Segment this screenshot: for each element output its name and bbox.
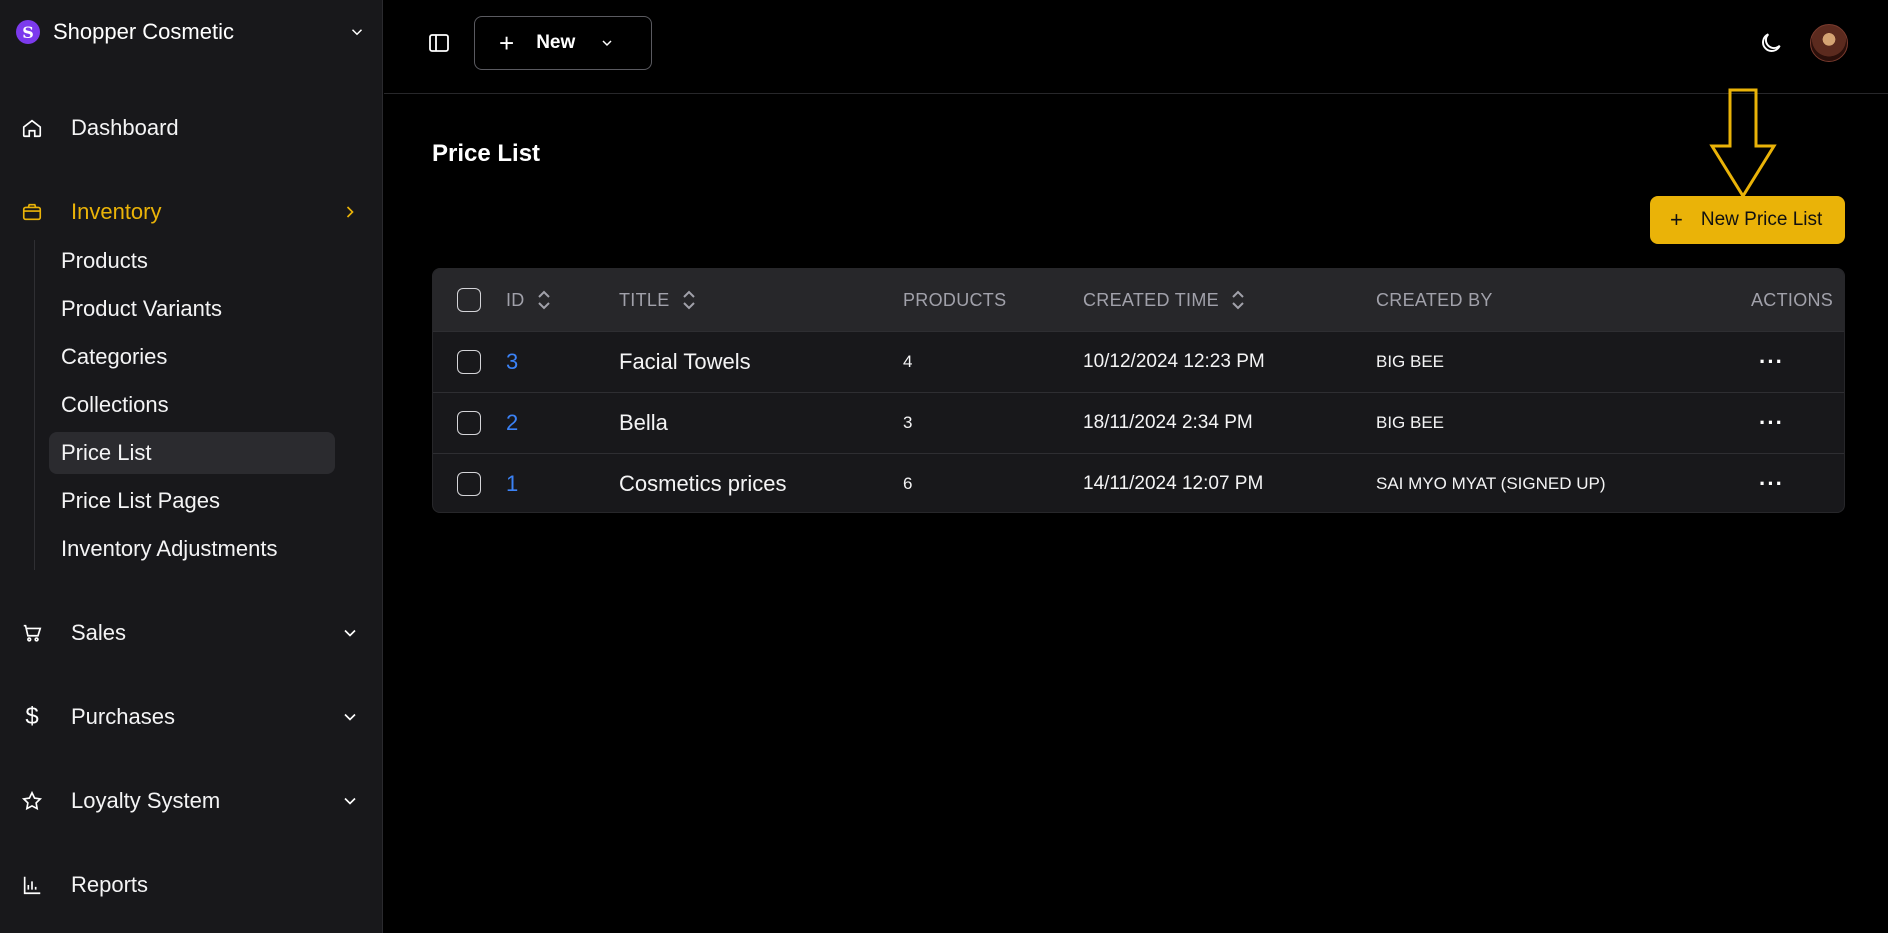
row-id-link[interactable]: 2 (506, 410, 518, 436)
row-checkbox[interactable] (457, 411, 481, 435)
sidebar-subitem-product-variants[interactable]: Product Variants (49, 288, 335, 330)
row-title: Bella (619, 410, 668, 435)
avatar[interactable] (1810, 24, 1848, 62)
dollar-icon: $ (25, 703, 39, 730)
row-created-by: SAI MYO MYAT (SIGNED UP) (1376, 474, 1606, 493)
row-checkbox-cell (457, 332, 481, 392)
row-created-by: BIG BEE (1376, 413, 1445, 432)
row-created-time: 10/12/2024 12:23 PM (1083, 351, 1265, 372)
sidebar-item-label: Dashboard (71, 115, 179, 140)
row-products: 6 (903, 474, 913, 493)
sidebar-subitem-price-list-pages[interactable]: Price List Pages (49, 480, 335, 522)
sidebar-subitem-price-list[interactable]: Price List (49, 432, 335, 474)
header-id-label: ID (506, 289, 525, 310)
arrow-down-annotation-icon (1709, 88, 1777, 199)
star-icon (20, 789, 44, 813)
sidebar-item-label: Inventory (71, 199, 162, 224)
sidebar: S Shopper Cosmetic Dashboard Inventory P… (0, 0, 383, 933)
new-button-label: New (536, 32, 576, 53)
sidebar-subitem-products[interactable]: Products (49, 240, 335, 282)
chevron-down-icon (344, 797, 356, 805)
row-created-by: BIG BEE (1376, 352, 1445, 371)
table-row[interactable]: 3 Facial Towels 4 10/12/2024 12:23 PM BI… (433, 331, 1844, 392)
row-actions-menu-icon[interactable]: ··· (1759, 410, 1784, 436)
row-checkbox[interactable] (457, 350, 481, 374)
sidebar-subitem-collections[interactable]: Collections (49, 384, 335, 426)
panel-left-icon (429, 34, 449, 52)
cart-icon (20, 621, 44, 645)
header-title-label: TITLE (619, 289, 670, 310)
row-checkbox-cell (457, 454, 481, 512)
header-actions: ACTIONS (1751, 289, 1834, 310)
sidebar-item-label: Sales (71, 620, 127, 645)
chevron-right-icon (346, 206, 354, 218)
inventory-subnav: Products Product Variants Categories Col… (34, 240, 344, 570)
table-header: ID TITLE PRODUCTS CREATED TIME CREATED B… (433, 269, 1844, 331)
sidebar-item-label: Loyalty System (71, 788, 221, 813)
app-root: S Shopper Cosmetic Dashboard Inventory P… (0, 0, 1888, 933)
sort-icon (1232, 290, 1244, 310)
sort-icon (682, 290, 695, 310)
sidebar-subitem-categories[interactable]: Categories (49, 336, 335, 378)
workspace-switcher[interactable]: S Shopper Cosmetic (16, 16, 366, 48)
row-title: Facial Towels (619, 349, 751, 374)
sidebar-item-loyalty[interactable]: Loyalty System (20, 783, 360, 819)
row-actions-menu-icon[interactable]: ··· (1759, 471, 1784, 497)
row-checkbox-cell (457, 393, 481, 453)
header-created-time-label: CREATED TIME (1083, 289, 1219, 310)
price-list-table: ID TITLE PRODUCTS CREATED TIME CREATED B… (432, 268, 1845, 513)
sort-icon (537, 290, 550, 310)
plus-icon: + (499, 28, 515, 58)
sidebar-item-purchases[interactable]: $ Purchases (20, 699, 360, 735)
row-title: Cosmetics prices (619, 471, 787, 496)
new-price-list-button[interactable]: + New Price List (1650, 196, 1845, 244)
sidebar-item-label: Purchases (71, 704, 175, 729)
header-title[interactable]: TITLE (619, 269, 696, 331)
table-row[interactable]: 1 Cosmetics prices 6 14/11/2024 12:07 PM… (433, 453, 1844, 512)
row-products: 4 (903, 352, 913, 371)
select-all-checkbox-cell (457, 269, 481, 331)
header-created-by: CREATED BY (1376, 289, 1493, 310)
box-icon (20, 200, 44, 224)
header-created-time[interactable]: CREATED TIME (1083, 269, 1245, 331)
chevron-down-icon (344, 713, 356, 721)
brand-logo: S (16, 20, 40, 44)
row-products: 3 (903, 413, 913, 432)
header-products: PRODUCTS (903, 289, 1007, 310)
header-id[interactable]: ID (506, 269, 551, 331)
row-created-time: 14/11/2024 12:07 PM (1083, 473, 1264, 494)
brand-name: Shopper Cosmetic (53, 19, 234, 44)
row-checkbox[interactable] (457, 472, 481, 496)
sidebar-subitem-inventory-adjustments[interactable]: Inventory Adjustments (49, 528, 335, 570)
chevron-down-icon (344, 629, 356, 637)
sidebar-toggle-button[interactable] (424, 28, 454, 58)
sidebar-item-reports[interactable]: Reports (20, 867, 360, 903)
select-all-checkbox[interactable] (457, 288, 481, 312)
moon-icon[interactable] (1758, 30, 1784, 56)
home-icon (20, 116, 44, 140)
chevron-down-icon (351, 29, 363, 36)
chevron-down-icon (602, 40, 612, 47)
sidebar-item-sales[interactable]: Sales (20, 615, 360, 651)
bar-chart-icon (20, 873, 44, 897)
sidebar-item-dashboard[interactable]: Dashboard (20, 110, 360, 146)
topbar: + New (384, 0, 1888, 94)
plus-icon: + (1670, 207, 1683, 232)
row-id-link[interactable]: 3 (506, 349, 518, 375)
row-actions-menu-icon[interactable]: ··· (1759, 349, 1784, 375)
row-created-time: 18/11/2024 2:34 PM (1083, 412, 1253, 433)
sidebar-item-label: Reports (71, 872, 149, 897)
new-price-list-label: New Price List (1700, 209, 1823, 230)
page-title: Price List (432, 140, 541, 167)
table-row[interactable]: 2 Bella 3 18/11/2024 2:34 PM BIG BEE ··· (433, 392, 1844, 453)
sidebar-item-inventory[interactable]: Inventory (20, 194, 360, 230)
row-id-link[interactable]: 1 (506, 471, 518, 497)
new-dropdown-button[interactable]: + New (474, 16, 652, 70)
